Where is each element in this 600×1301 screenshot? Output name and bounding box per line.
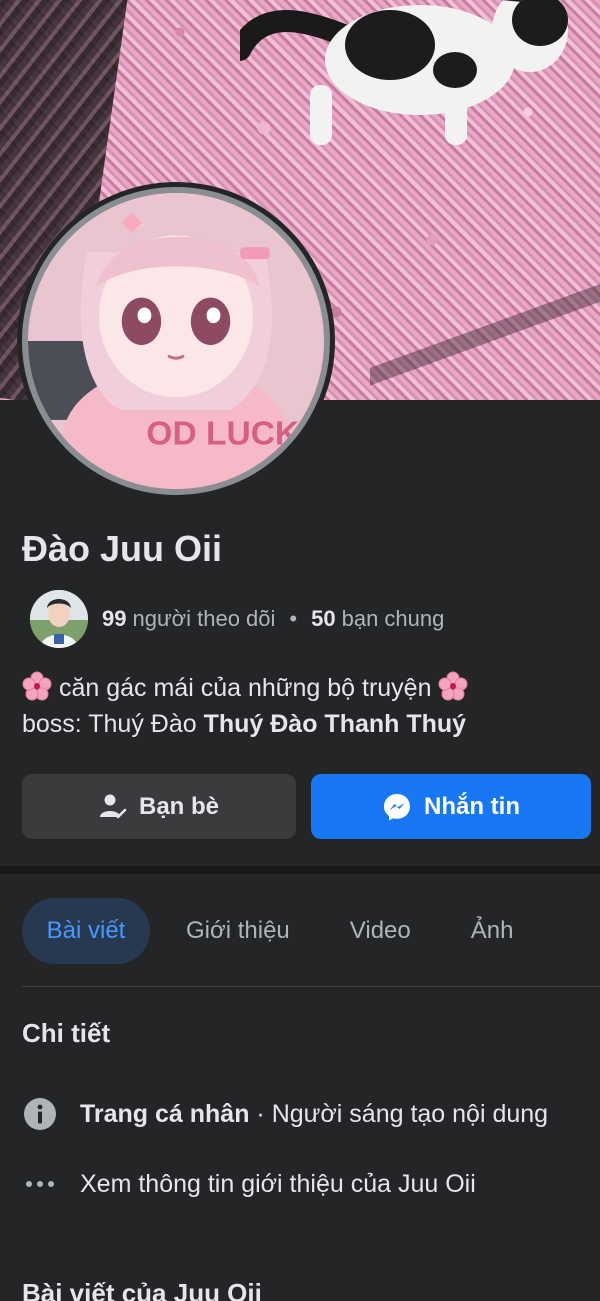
message-button[interactable]: Nhắn tin	[311, 774, 591, 839]
separator: •	[289, 606, 298, 631]
bio-line-1: căn gác mái của những bộ truyện	[22, 670, 582, 706]
mutual-count: 50	[311, 606, 336, 631]
svg-text:OD LUCK: OD LUCK	[146, 416, 299, 453]
page-type-category: · Người sáng tạo nội dung	[249, 1099, 549, 1128]
page-type-row: Trang cá nhân · Người sáng tạo nội dung	[22, 1096, 548, 1132]
friends-button-label: Bạn bè	[138, 792, 219, 820]
followers-count: 99	[102, 606, 127, 631]
follow-stats[interactable]: 99 người theo dõi • 50 bạn chung	[30, 590, 444, 648]
page-type-label: Trang cá nhân	[80, 1099, 250, 1128]
tab-photos[interactable]: Ảnh	[471, 898, 514, 964]
message-button-label: Nhắn tin	[424, 792, 520, 820]
messenger-icon	[384, 793, 410, 820]
profile-bio: căn gác mái của những bộ truyện boss: Th…	[22, 670, 582, 742]
tab-about[interactable]: Giới thiệu	[186, 898, 290, 964]
see-about-row[interactable]: Xem thông tin giới thiệu của Juu Oii	[22, 1166, 476, 1202]
profile-tabs: Bài viết Giới thiệu Video Ảnh	[22, 898, 513, 964]
cat-illustration	[240, 0, 568, 145]
follow-text: 99 người theo dõi • 50 bạn chung	[102, 606, 444, 632]
friends-button[interactable]: Bạn bè	[22, 774, 296, 839]
tabs-divider	[22, 986, 600, 987]
bio-tagged-name[interactable]: Thuý Đào Thanh Thuý	[204, 710, 467, 738]
followers-label: người theo dõi	[132, 606, 276, 631]
details-title: Chi tiết	[22, 1018, 111, 1048]
mutual-label: bạn chung	[341, 606, 445, 631]
sakura-flower-icon	[22, 671, 52, 701]
profile-avatar[interactable]: OD LUCK	[17, 182, 335, 500]
profile-picture: OD LUCK	[22, 187, 330, 495]
more-dots-icon	[22, 1166, 58, 1202]
bio-text-1: căn gác mái của những bộ truyện	[58, 674, 432, 702]
see-about-link[interactable]: Xem thông tin giới thiệu của Juu Oii	[80, 1170, 476, 1199]
bio-text-2: boss: Thuý Đào	[22, 710, 197, 738]
tab-video[interactable]: Video	[350, 898, 411, 964]
mutual-friend-avatar[interactable]	[30, 590, 88, 648]
bio-line-2: boss: Thuý Đào Thuý Đào Thanh Thuý	[22, 706, 582, 742]
doll-illustration: OD LUCK	[28, 193, 324, 489]
info-icon	[22, 1096, 58, 1132]
sakura-flower-icon	[438, 671, 468, 701]
tab-posts[interactable]: Bài viết	[22, 898, 150, 964]
posts-section-title: Bài viết của Juu Oii	[22, 1278, 262, 1301]
profile-name: Đào Juu Oii	[22, 528, 223, 569]
friends-check-icon	[99, 794, 127, 818]
person-photo-icon	[30, 590, 88, 648]
section-divider	[0, 866, 600, 874]
